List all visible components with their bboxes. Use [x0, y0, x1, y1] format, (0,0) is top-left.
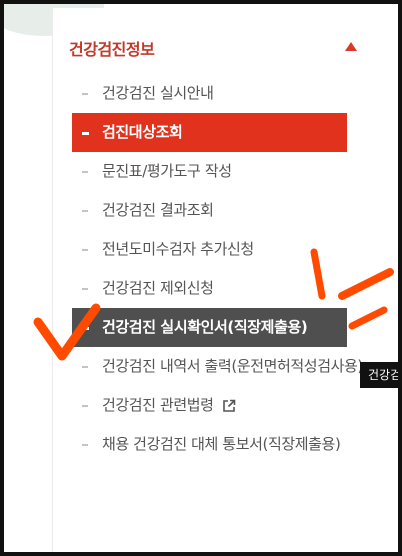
- submenu-item-confirmation-certificate[interactable]: 건강검진 실시확인서(직장제출용): [72, 308, 347, 347]
- submenu-item-label: 건강검진 내역서 출력(운전면허적성검사용): [102, 357, 363, 375]
- dash-icon: [82, 366, 88, 368]
- submenu-item-questionnaire[interactable]: 문진표/평가도구 작성: [72, 152, 372, 191]
- external-link-icon: [223, 399, 236, 412]
- dash-icon: [82, 444, 88, 446]
- submenu-item-exclusion-request[interactable]: 건강검진 제외신청: [72, 269, 372, 308]
- submenu-item-label: 전년도미수검자 추가신청: [102, 240, 254, 258]
- dash-icon: [82, 93, 88, 95]
- dash-icon: [82, 405, 88, 407]
- submenu-item-label: 건강검진 제외신청: [102, 279, 214, 297]
- submenu-item-additional-request[interactable]: 전년도미수검자 추가신청: [72, 230, 372, 269]
- submenu-item-label: 건강검진 실시안내: [102, 84, 214, 102]
- dash-icon: [82, 171, 88, 173]
- submenu-item-checkup-guide[interactable]: 건강검진 실시안내: [72, 74, 372, 113]
- dash-icon: [82, 132, 89, 135]
- submenu-item-label: 건강검진 관련법령: [102, 396, 214, 414]
- menu-header-title: 건강검진정보: [69, 40, 155, 59]
- tooltip-text: 건강검: [368, 368, 402, 382]
- dash-icon: [82, 327, 89, 330]
- submenu-item-label: 문진표/평가도구 작성: [102, 162, 232, 180]
- dash-icon: [82, 288, 88, 290]
- submenu-item-target-lookup[interactable]: 검진대상조회: [72, 113, 347, 152]
- submenu-list: 건강검진 실시안내 검진대상조회 문진표/평가도구 작성 건강검진 결과조회 전…: [72, 74, 372, 464]
- submenu-item-label: 검진대상조회: [102, 123, 183, 141]
- submenu-item-label: 건강검진 실시확인서(직장제출용): [102, 318, 308, 336]
- submenu-item-label: 채용 건강검진 대체 통보서(직장제출용): [102, 435, 341, 453]
- submenu-item-related-law[interactable]: 건강검진 관련법령: [72, 386, 372, 425]
- screenshot-frame: 건강검진정보 건강검진 실시안내 검진대상조회 문진표/평가도구 작성 건강검진…: [0, 0, 402, 556]
- submenu-item-label: 건강검진 결과조회: [102, 201, 214, 219]
- triangle-up-icon[interactable]: [345, 42, 357, 51]
- dash-icon: [82, 210, 88, 212]
- dash-icon: [82, 249, 88, 251]
- submenu-item-employment-notice[interactable]: 채용 건강검진 대체 통보서(직장제출용): [72, 425, 372, 464]
- submenu-item-result-lookup[interactable]: 건강검진 결과조회: [72, 191, 372, 230]
- side-menu-panel: 건강검진정보 건강검진 실시안내 검진대상조회 문진표/평가도구 작성 건강검진…: [52, 8, 395, 552]
- hover-tooltip: 건강검: [360, 362, 402, 388]
- menu-header[interactable]: 건강검진정보: [69, 36, 357, 62]
- submenu-item-history-print[interactable]: 건강검진 내역서 출력(운전면허적성검사용): [72, 347, 372, 386]
